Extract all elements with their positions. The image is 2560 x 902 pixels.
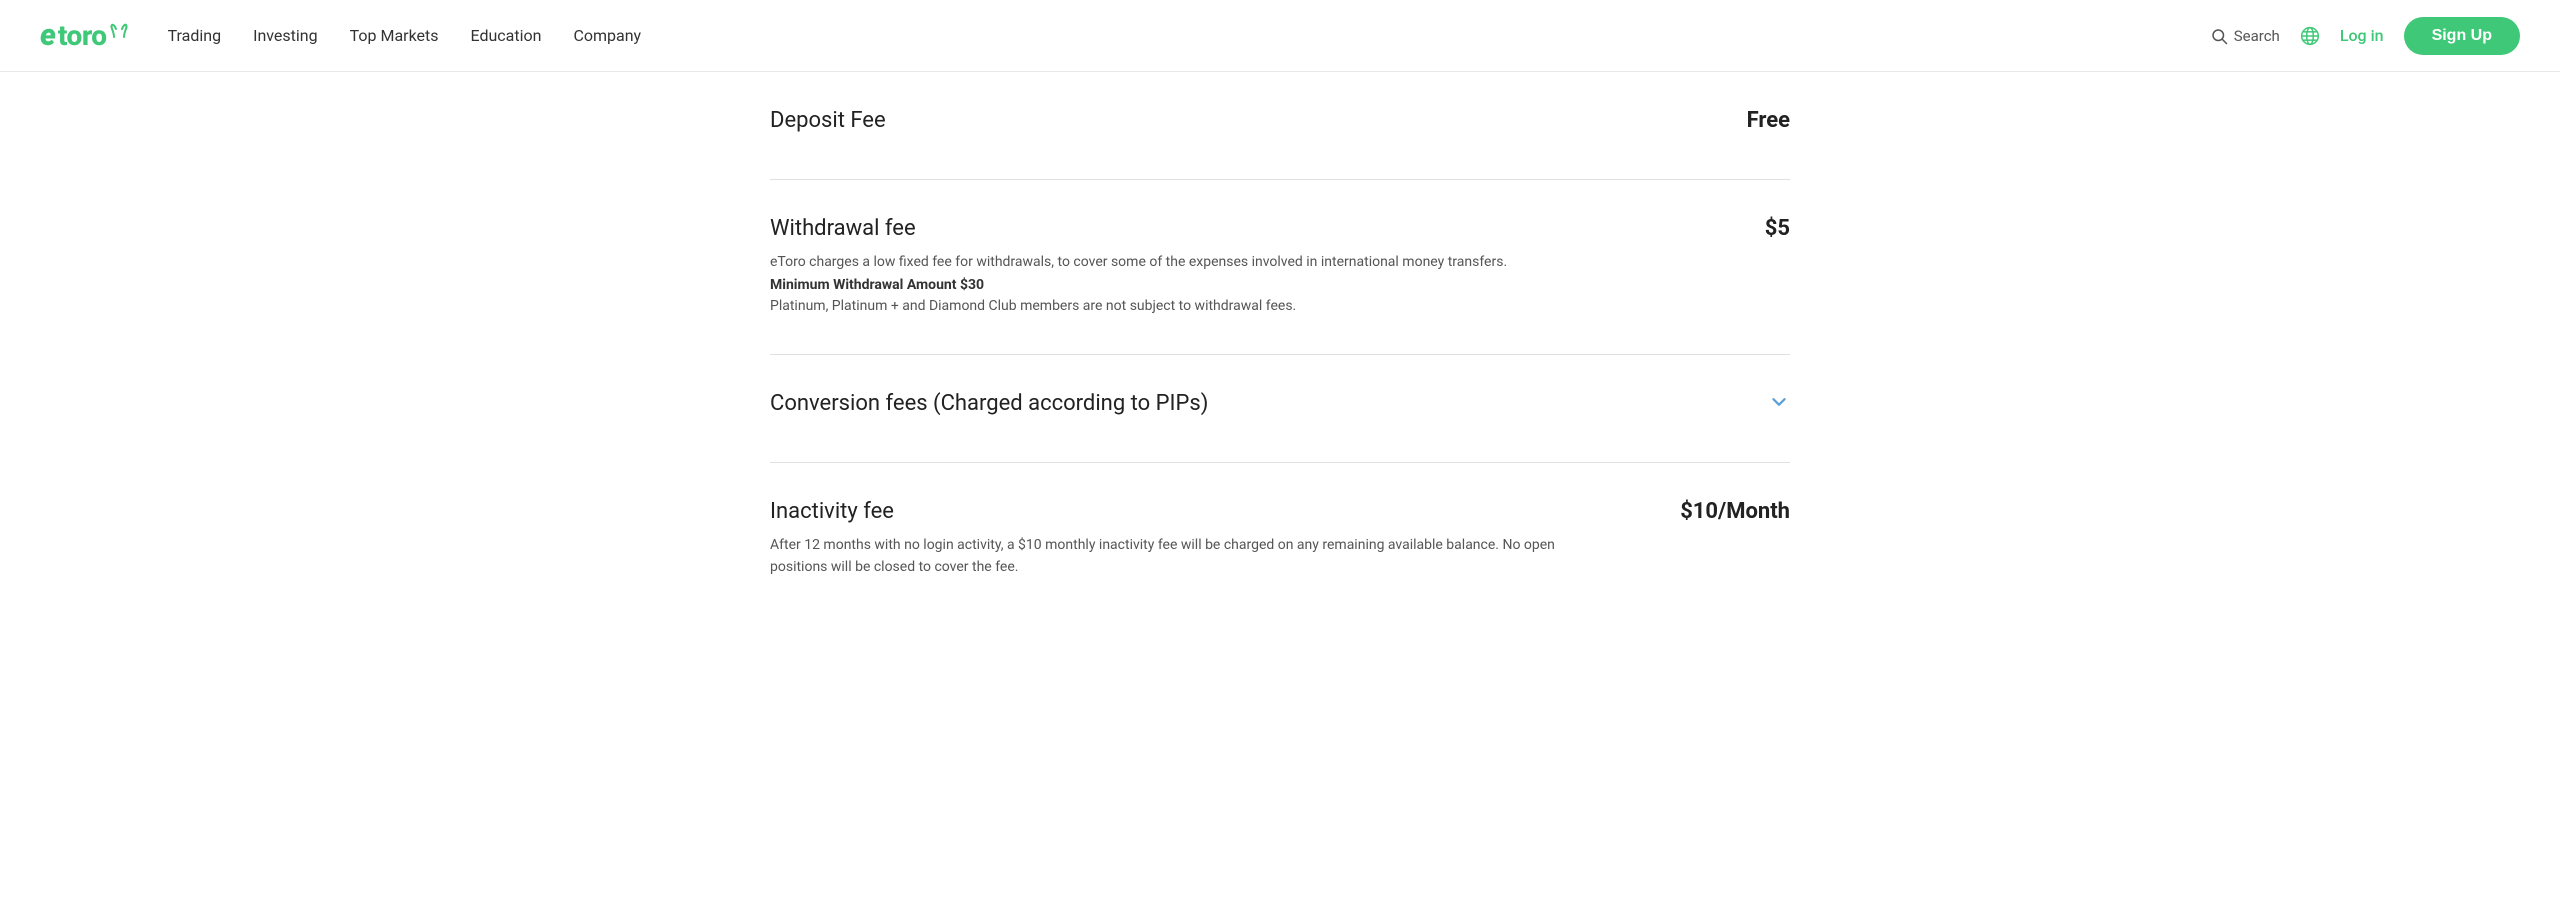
withdrawal-fee-extra-note: Platinum, Platinum + and Diamond Club me… <box>770 295 1590 317</box>
search-button[interactable]: Search <box>2210 27 2280 45</box>
inactivity-fee-title: Inactivity fee <box>770 499 1590 524</box>
withdrawal-fee-left: Withdrawal fee eToro charges a low fixed… <box>770 216 1670 318</box>
nav-item-company[interactable]: Company <box>573 26 641 45</box>
nav-right: Search Log in Sign Up <box>2210 17 2520 55</box>
nav-item-trading[interactable]: Trading <box>168 26 222 45</box>
search-icon <box>2210 27 2228 45</box>
signup-button[interactable]: Sign Up <box>2404 17 2520 55</box>
inactivity-fee-right: $10/Month <box>1670 499 1790 524</box>
withdrawal-fee-title: Withdrawal fee <box>770 216 1590 241</box>
main-content: Deposit Fee Free Withdrawal fee eToro ch… <box>730 72 1830 615</box>
conversion-fees-title: Conversion fees (Charged according to PI… <box>770 391 1590 416</box>
nav-item-education[interactable]: Education <box>471 26 542 45</box>
logo-text: e <box>40 18 56 53</box>
nav-links: Trading Investing Top Markets Education … <box>168 26 2210 45</box>
deposit-fee-row: Deposit Fee Free <box>770 72 1790 180</box>
withdrawal-fee-value: $5 <box>1765 216 1790 241</box>
chevron-down-icon <box>1768 391 1790 413</box>
deposit-fee-title: Deposit Fee <box>770 108 1590 133</box>
withdrawal-fee-right: $5 <box>1670 216 1790 241</box>
login-button[interactable]: Log in <box>2340 26 2384 45</box>
withdrawal-fee-desc: eToro charges a low fixed fee for withdr… <box>770 251 1590 273</box>
deposit-fee-left: Deposit Fee <box>770 108 1670 143</box>
deposit-fee-right: Free <box>1670 108 1790 133</box>
withdrawal-fee-row: Withdrawal fee eToro charges a low fixed… <box>770 180 1790 355</box>
conversion-fees-left: Conversion fees (Charged according to PI… <box>770 391 1670 426</box>
logo-brand: toro <box>58 19 107 52</box>
conversion-fees-row[interactable]: Conversion fees (Charged according to PI… <box>770 355 1790 463</box>
inactivity-fee-row: Inactivity fee After 12 months with no l… <box>770 463 1790 615</box>
deposit-fee-value: Free <box>1747 108 1790 133</box>
logo[interactable]: e toro <box>40 18 128 53</box>
nav-item-investing[interactable]: Investing <box>253 26 318 45</box>
nav-item-top-markets[interactable]: Top Markets <box>350 26 439 45</box>
language-icon[interactable] <box>2300 26 2320 46</box>
inactivity-fee-left: Inactivity fee After 12 months with no l… <box>770 499 1670 579</box>
inactivity-fee-desc: After 12 months with no login activity, … <box>770 534 1590 579</box>
conversion-fees-right <box>1670 391 1790 413</box>
inactivity-fee-value: $10/Month <box>1680 499 1790 524</box>
logo-horns-icon <box>110 23 128 41</box>
withdrawal-fee-bold-note: Minimum Withdrawal Amount $30 <box>770 277 1590 293</box>
search-label: Search <box>2234 27 2280 45</box>
navbar: e toro Trading Investing Top Markets Edu… <box>0 0 2560 72</box>
